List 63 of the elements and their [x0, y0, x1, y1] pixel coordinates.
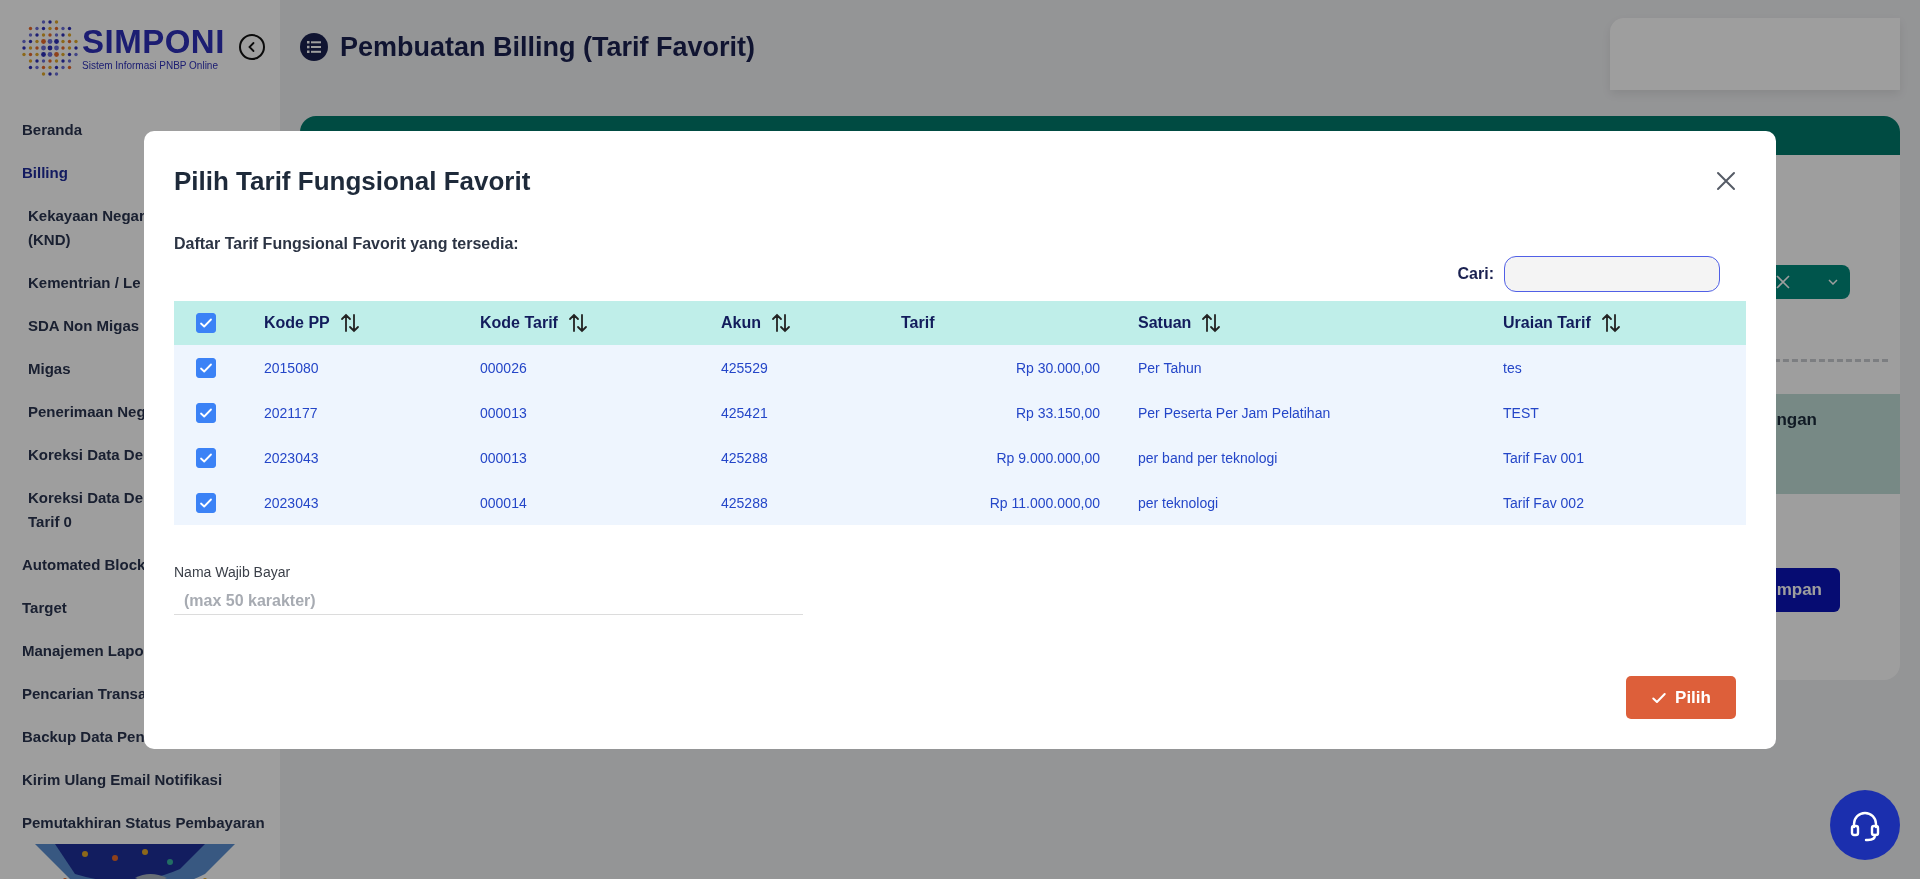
field-label: Nama Wajib Bayar [174, 563, 292, 581]
table-cell: 2021177 [264, 404, 318, 421]
row-checkbox[interactable] [196, 357, 216, 378]
collapse-button[interactable] [238, 34, 265, 60]
table-cell: 425529 [721, 359, 768, 376]
search-label: Cari: [1457, 265, 1494, 283]
table-cell: 425288 [721, 449, 768, 466]
row-checkbox[interactable] [196, 447, 216, 468]
table-cell: per teknologi [1138, 494, 1219, 511]
table-row[interactable]: 2023043 000013 425288 Rp 9.000.000,00 per band per teknologi Tarif Fav 001 [174, 435, 1746, 480]
menu-item[interactable]: Pemutakhiran Status Pembayaran [0, 801, 280, 844]
list-icon [300, 33, 328, 61]
close-button[interactable] [1714, 169, 1738, 193]
chevron-down-icon[interactable] [1828, 279, 1838, 285]
table-cell: Per Peserta Per Jam Pelatihan [1138, 404, 1331, 421]
sort-icon[interactable] [339, 313, 360, 333]
logo-tagline: Sistem Informasi PNBP Online [82, 60, 219, 72]
column-header[interactable]: Uraian Tarif [1503, 313, 1621, 333]
table-cell: tes [1503, 359, 1522, 376]
sort-icon[interactable] [567, 313, 588, 333]
select-all-checkbox[interactable] [196, 313, 216, 333]
modal-title: Pilih Tarif Fungsional Favorit [174, 165, 531, 197]
table-cell: per band per teknologi [1138, 449, 1278, 466]
table-cell: 000026 [480, 359, 527, 376]
table-cell: 000014 [480, 494, 527, 511]
list-subtitle: Daftar Tarif Fungsional Favorit yang tersedia: [174, 234, 520, 254]
sort-icon[interactable] [1201, 313, 1222, 333]
table-cell-text: Rp 33.150,00 [1015, 404, 1101, 421]
table-cell: Tarif Fav 002 [1503, 494, 1584, 511]
table-cell: Per Tahun [1138, 359, 1202, 376]
table-cell: 425288 [721, 494, 768, 511]
check-icon [199, 316, 213, 330]
table-cell: Tarif Fav 001 [1503, 449, 1584, 466]
table-cell: 000013 [480, 449, 527, 466]
table-cell-text: Rp 11.000.000,00 [989, 494, 1101, 511]
column-header[interactable]: Satuan [1138, 313, 1222, 333]
panel-text: ngan [1776, 410, 1817, 431]
column-header[interactable]: Kode PP [264, 313, 360, 333]
table-cell: 000013 [480, 404, 527, 421]
logo-name: SIMPONI [82, 24, 225, 60]
table-cell: TEST [1503, 404, 1539, 421]
page-title: Pembuatan Billing (Tarif Favorit) [340, 31, 756, 63]
table-row[interactable]: 2021177 000013 425421 Rp 33.150,00 Per Peserta Per Jam Pelatihan TEST [174, 390, 1746, 435]
clear-icon[interactable] [1776, 275, 1790, 289]
search-field[interactable] [1504, 256, 1720, 292]
table-row[interactable]: 2023043 000014 425288 Rp 11.000.000,00 per teknologi Tarif Fav 002 [174, 480, 1746, 525]
select-button[interactable]: Pilih [1626, 676, 1736, 719]
column-header[interactable]: Tarif [901, 314, 935, 332]
menu-item[interactable]: Kirim Ulang Email Notifikasi [0, 758, 280, 801]
table-cell: 2023043 [264, 449, 319, 466]
table-cell-text: Rp 30.000,00 [1015, 359, 1101, 376]
table-row[interactable]: 2015080 000026 425529 Rp 30.000,00 Per Tahun tes [174, 345, 1746, 390]
sort-icon[interactable] [771, 313, 791, 333]
table-cell: 2023043 [264, 494, 319, 511]
table-cell: 2015080 [264, 359, 319, 376]
column-header[interactable]: Kode Tarif [480, 313, 588, 333]
logo-icon [20, 18, 80, 78]
table-cell: 425421 [721, 404, 768, 421]
sort-icon[interactable] [1600, 313, 1621, 333]
column-header[interactable]: Akun [721, 313, 791, 333]
row-checkbox[interactable] [196, 492, 216, 513]
table-cell-text: Rp 9.000.000,00 [996, 449, 1101, 466]
row-checkbox[interactable] [196, 402, 216, 423]
